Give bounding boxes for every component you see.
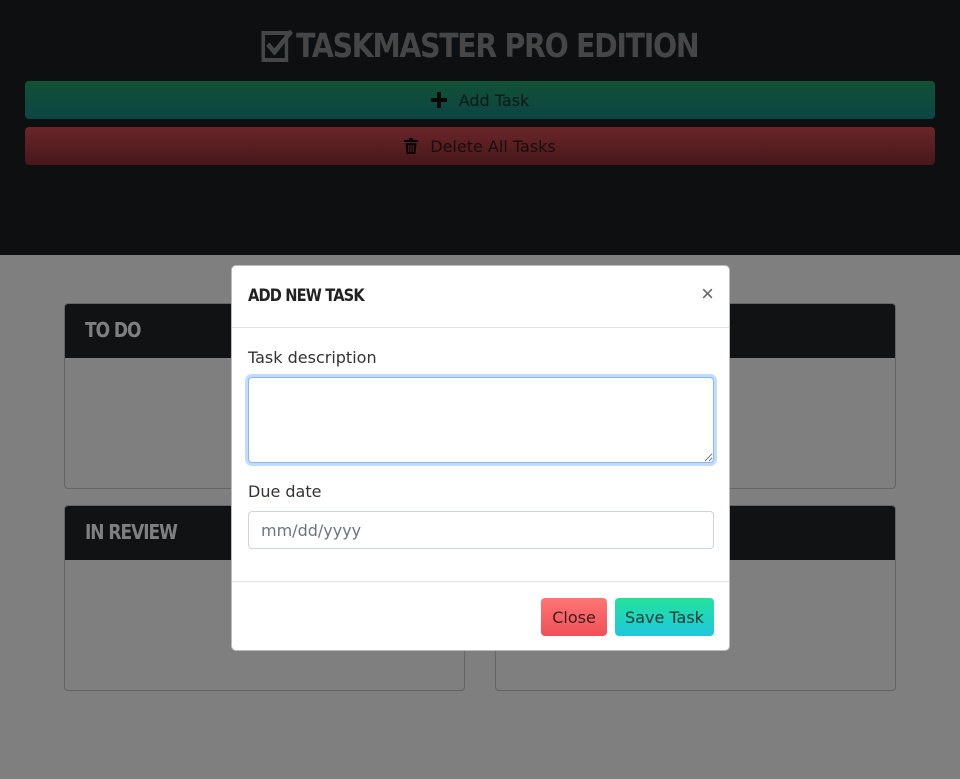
task-description-input[interactable] [248, 377, 714, 463]
modal-title: ADD NEW TASK [248, 286, 365, 306]
due-date-label: Due date [248, 482, 322, 501]
modal-header: ADD NEW TASK × [232, 266, 729, 328]
task-description-label: Task description [248, 348, 377, 367]
due-date-input[interactable] [248, 511, 714, 549]
save-task-button[interactable]: Save Task [615, 598, 714, 636]
close-button[interactable]: Close [541, 598, 607, 636]
close-icon[interactable]: × [701, 282, 714, 306]
modal-footer: Close Save Task [232, 581, 729, 650]
add-task-modal: ADD NEW TASK × Task description Due date… [231, 265, 730, 651]
